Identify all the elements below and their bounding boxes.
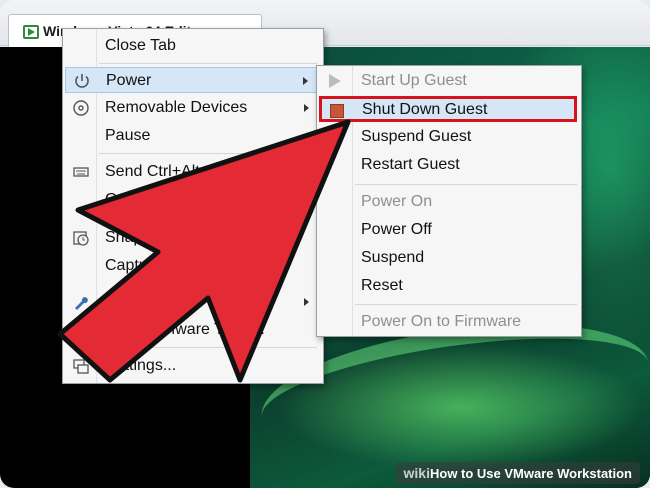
shut-down-guest-item[interactable]: Shut Down Guest bbox=[319, 96, 577, 122]
submenu-item-label: Reset bbox=[361, 277, 403, 294]
menu-item-label: Capture Screen bbox=[105, 257, 218, 274]
menu-item-label: Snapshot bbox=[105, 229, 173, 246]
submenu-item-label: Suspend bbox=[361, 249, 425, 266]
power-on-item: Power On bbox=[319, 189, 579, 215]
snapshot-item[interactable]: Snapshot bbox=[65, 225, 321, 251]
removable-devices-item[interactable]: Removable Devices bbox=[65, 95, 321, 121]
install-vmware-tools-item[interactable]: Install VMware Tools... bbox=[65, 317, 321, 343]
watermark-text: How to Use VMware Workstation bbox=[429, 466, 632, 481]
screenshot-canvas: Windows Vista 64 Edit Close Tab Power Re… bbox=[0, 0, 650, 488]
submenu-separator bbox=[355, 304, 577, 305]
menu-item-label: Send Ctrl+Alt+Del bbox=[105, 163, 234, 180]
submenu-arrow-icon bbox=[304, 298, 309, 306]
menu-item-label: Settings... bbox=[105, 357, 177, 374]
power-icon bbox=[72, 72, 92, 90]
settings-icon bbox=[71, 357, 91, 375]
close-tab-item[interactable]: Close Tab bbox=[65, 33, 321, 59]
power-submenu: Start Up Guest Shut Down Guest Suspend G… bbox=[316, 65, 582, 337]
submenu-item-label: Restart Guest bbox=[361, 156, 460, 173]
vm-context-menu: Close Tab Power Removable Devices Pause bbox=[62, 28, 324, 384]
manage-item[interactable]: Manage bbox=[65, 289, 321, 315]
wikihow-watermark: wikiHow to Use VMware Workstation bbox=[395, 462, 640, 484]
reset-item[interactable]: Reset bbox=[319, 273, 579, 299]
restart-guest-item[interactable]: Restart Guest bbox=[319, 152, 579, 178]
power-on-to-firmware-item: Power On to Firmware bbox=[319, 309, 579, 335]
submenu-arrow-icon bbox=[303, 77, 308, 85]
vm-running-icon bbox=[23, 25, 39, 39]
grab-input-item[interactable]: Grab Input bbox=[65, 187, 321, 213]
menu-separator bbox=[99, 63, 317, 64]
submenu-separator bbox=[355, 184, 577, 185]
play-icon bbox=[329, 74, 341, 88]
menu-separator bbox=[99, 347, 317, 348]
send-ctrl-alt-del-item[interactable]: Send Ctrl+Alt+Del bbox=[65, 159, 321, 185]
power-off-item[interactable]: Power Off bbox=[319, 217, 579, 243]
keyboard-icon bbox=[71, 163, 91, 181]
menu-item-label: Manage bbox=[105, 293, 163, 310]
snapshot-clock-icon bbox=[71, 229, 91, 247]
submenu-item-label: Shut Down Guest bbox=[362, 101, 488, 118]
disc-icon bbox=[71, 99, 91, 117]
capture-screen-item[interactable]: Capture Screen bbox=[65, 253, 321, 279]
suspend-guest-item[interactable]: Suspend Guest bbox=[319, 124, 579, 150]
stop-icon bbox=[330, 104, 344, 118]
menu-separator bbox=[99, 153, 317, 154]
menu-item-label: Grab Input bbox=[105, 191, 181, 208]
suspend-item[interactable]: Suspend bbox=[319, 245, 579, 271]
pause-item[interactable]: Pause bbox=[65, 123, 321, 149]
watermark-prefix: wiki bbox=[403, 465, 430, 481]
submenu-item-label: Power On to Firmware bbox=[361, 313, 522, 330]
submenu-item-label: Power On bbox=[361, 193, 433, 210]
power-item[interactable]: Power bbox=[65, 67, 321, 93]
submenu-arrow-icon bbox=[304, 104, 309, 112]
pause-icon bbox=[329, 130, 343, 144]
menu-item-label: Pause bbox=[105, 127, 151, 144]
submenu-item-label: Power Off bbox=[361, 221, 432, 238]
submenu-item-label: Start Up Guest bbox=[361, 72, 467, 89]
menu-item-label: Removable Devices bbox=[105, 99, 248, 116]
menu-item-label: Power bbox=[106, 72, 152, 89]
menu-item-label: Close Tab bbox=[105, 37, 176, 54]
settings-item[interactable]: Settings... bbox=[65, 353, 321, 379]
menu-item-label: Install VMware Tools... bbox=[105, 321, 265, 338]
submenu-item-label: Suspend Guest bbox=[361, 128, 472, 145]
start-up-guest-item: Start Up Guest bbox=[319, 68, 579, 94]
wrench-icon bbox=[71, 293, 91, 311]
